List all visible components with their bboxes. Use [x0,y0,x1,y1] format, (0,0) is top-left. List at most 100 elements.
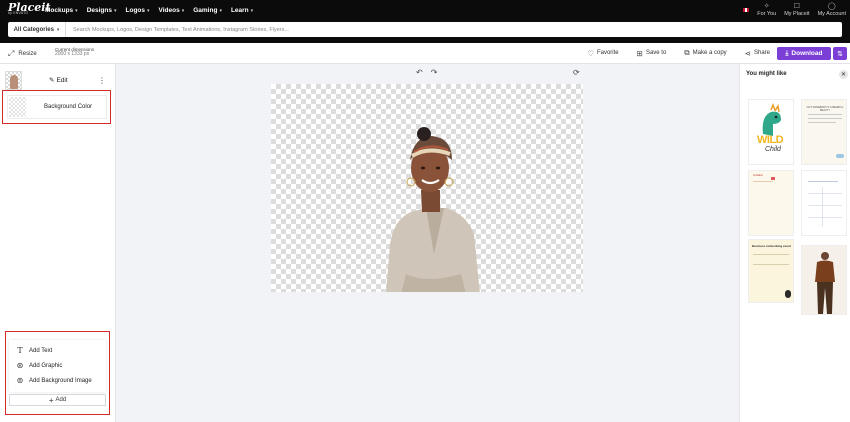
thumb-title: Invitation [753,174,764,177]
share-button[interactable]: ⋖ Share [745,49,770,58]
add-background-image-item[interactable]: ⊚ Add Background Image [16,376,92,385]
nav-item-logos[interactable]: Logos ▾ [126,7,150,14]
thumb-subtitle: Child [765,146,781,153]
chevron-down-icon: ▾ [147,7,150,14]
search-input[interactable] [66,22,842,37]
template-thumb-wild-child[interactable]: WILD Child [748,99,794,165]
more-options-icon[interactable]: ⋮ [98,76,106,85]
share-label: Share [753,50,770,56]
text-icon: T [17,346,23,355]
nav-item-designs[interactable]: Designs ▾ [87,7,117,14]
image-icon: ⊚ [16,376,24,385]
chevron-down-icon: ▾ [75,7,78,14]
favorite-button[interactable]: ♡ Favorite [587,49,618,58]
save-to-button[interactable]: ⊞ Save to [637,49,667,58]
category-label: All Categories [13,26,54,33]
nav-item-label: Mockups [45,7,74,14]
chevron-down-icon: ▾ [219,7,222,14]
folder-plus-icon: ⊞ [636,48,643,58]
heart-icon: ♡ [587,48,594,58]
download-button[interactable]: ⤓ Download [777,47,831,60]
nav-my-placeit[interactable]: ☐ My Placeit [784,2,809,17]
history-controls: ↶ ↷ [416,68,437,77]
save-label: Save to [645,50,667,56]
current-dimensions: Current dimensions 2000 x 1333 px [55,47,94,58]
man-photo [815,252,835,314]
nav-item-mockups[interactable]: Mockups ▾ [45,7,78,14]
top-nav: Placeit by ENVATO Mockups ▾ Designs ▾ Logo… [0,0,850,21]
bookmark-icon: ☐ [793,3,801,10]
add-graphic-item[interactable]: ⊛ Add Graphic [16,361,63,370]
add-menu: T Add Text ⊛ Add Graphic ⊚ Add Backgroun… [9,340,106,392]
template-thumb-networking[interactable]: Business networking event [748,239,794,303]
download-label: Download [791,50,823,57]
nav-item-learn[interactable]: Learn ▾ [231,7,253,14]
layer-edit-button[interactable]: ✎ Edit [49,76,68,85]
user-icon: ◯ [827,3,836,10]
layer-item-image[interactable]: ✎ Edit ⋮ [5,69,106,91]
edit-label: Edit [56,76,68,84]
add-button[interactable]: + Add [9,394,106,406]
plus-icon: + [48,395,54,405]
thumb-title: GOT SOMEBODY'S CHEERFUL BEAUTY [806,106,844,112]
add-item-label: Add Background Image [29,377,92,384]
editor-toolbar: ⤢ Resize Current dimensions 2000 x 1333 … [0,43,850,64]
make-copy-button[interactable]: ⧉ Make a copy [684,48,726,58]
nav-item-label: Gaming [193,7,218,14]
swap-arrows-icon: ⇅ [837,50,843,58]
resize-label: Resize [18,51,37,57]
flag-icon[interactable] [743,8,750,12]
resize-icon: ⤢ [8,49,15,58]
close-icon[interactable]: ✕ [839,70,848,79]
add-text-item[interactable]: T Add Text [16,346,52,355]
toolbar-actions: ♡ Favorite ⊞ Save to ⧉ Make a copy ⋖ Share [587,48,770,58]
template-thumb-invitation[interactable]: Invitation [748,170,794,236]
account-menu: ✧ For You ☐ My Placeit ◯ My Account [743,2,846,17]
share-icon: ⋖ [744,48,751,58]
nav-right-label: For You [757,11,777,17]
chevron-down-icon: ▾ [56,26,60,33]
dims-value: 2000 x 1333 px [55,51,90,58]
layers-panel: ✎ Edit ⋮ Background Color T Add Text ⊛ A… [0,64,116,422]
layer-thumbnail [5,70,22,90]
category-select[interactable]: All Categories ▾ [8,22,66,37]
nav-right-label: My Placeit [784,11,810,17]
nav-item-gaming[interactable]: Gaming ▾ [193,7,222,14]
add-menu-highlight: T Add Text ⊛ Add Graphic ⊚ Add Backgroun… [5,331,110,415]
nav-item-videos[interactable]: Videos ▾ [159,7,185,14]
nav-item-label: Videos [158,7,180,14]
template-thumb-cheerful[interactable]: GOT SOMEBODY'S CHEERFUL BEAUTY [801,99,847,165]
thumb-title: Business networking event [752,244,791,248]
suggestions-panel: You might like ✕ WILD Child GOT SOMEBODY… [739,64,850,422]
sparkle-icon: ✧ [763,3,770,10]
resize-button[interactable]: ⤢ Resize [8,49,37,59]
add-item-label: Add Graphic [29,362,63,369]
swap-arrows-button[interactable]: ⇅ [833,47,847,60]
undo-icon[interactable]: ↶ [416,68,423,77]
nav-for-you[interactable]: ✧ For You [757,2,776,17]
template-thumb-man-photo[interactable] [801,245,847,315]
main-menu: Mockups ▾ Designs ▾ Logos ▾ Videos ▾ Gaming ▾… [45,0,253,21]
add-label: Add [55,397,67,403]
download-icon: ⤓ [785,49,789,57]
dinosaur-illustration [762,102,781,136]
redo-icon[interactable]: ↷ [431,68,438,77]
nav-item-label: Learn [230,7,249,14]
design-canvas[interactable] [271,84,583,292]
nav-my-account[interactable]: ◯ My Account [818,2,846,17]
woman-photo[interactable] [366,124,491,292]
panel-title: You might like [746,71,787,77]
favorite-label: Favorite [596,50,619,56]
pencil-icon: ✎ [49,77,55,84]
search-bar: All Categories ▾ [0,21,850,43]
chevron-down-icon: ▾ [250,7,254,14]
background-color-layer[interactable]: Background Color [7,95,107,119]
background-color-highlight: Background Color [2,90,111,124]
background-color-label: Background Color [44,104,93,110]
thumb-title: WILD [757,134,784,146]
nav-item-label: Designs [86,7,112,14]
reset-icon[interactable]: ⟳ [573,68,580,77]
add-item-label: Add Text [29,347,53,354]
template-thumb-grid[interactable] [801,170,847,236]
chevron-down-icon: ▾ [113,7,117,14]
